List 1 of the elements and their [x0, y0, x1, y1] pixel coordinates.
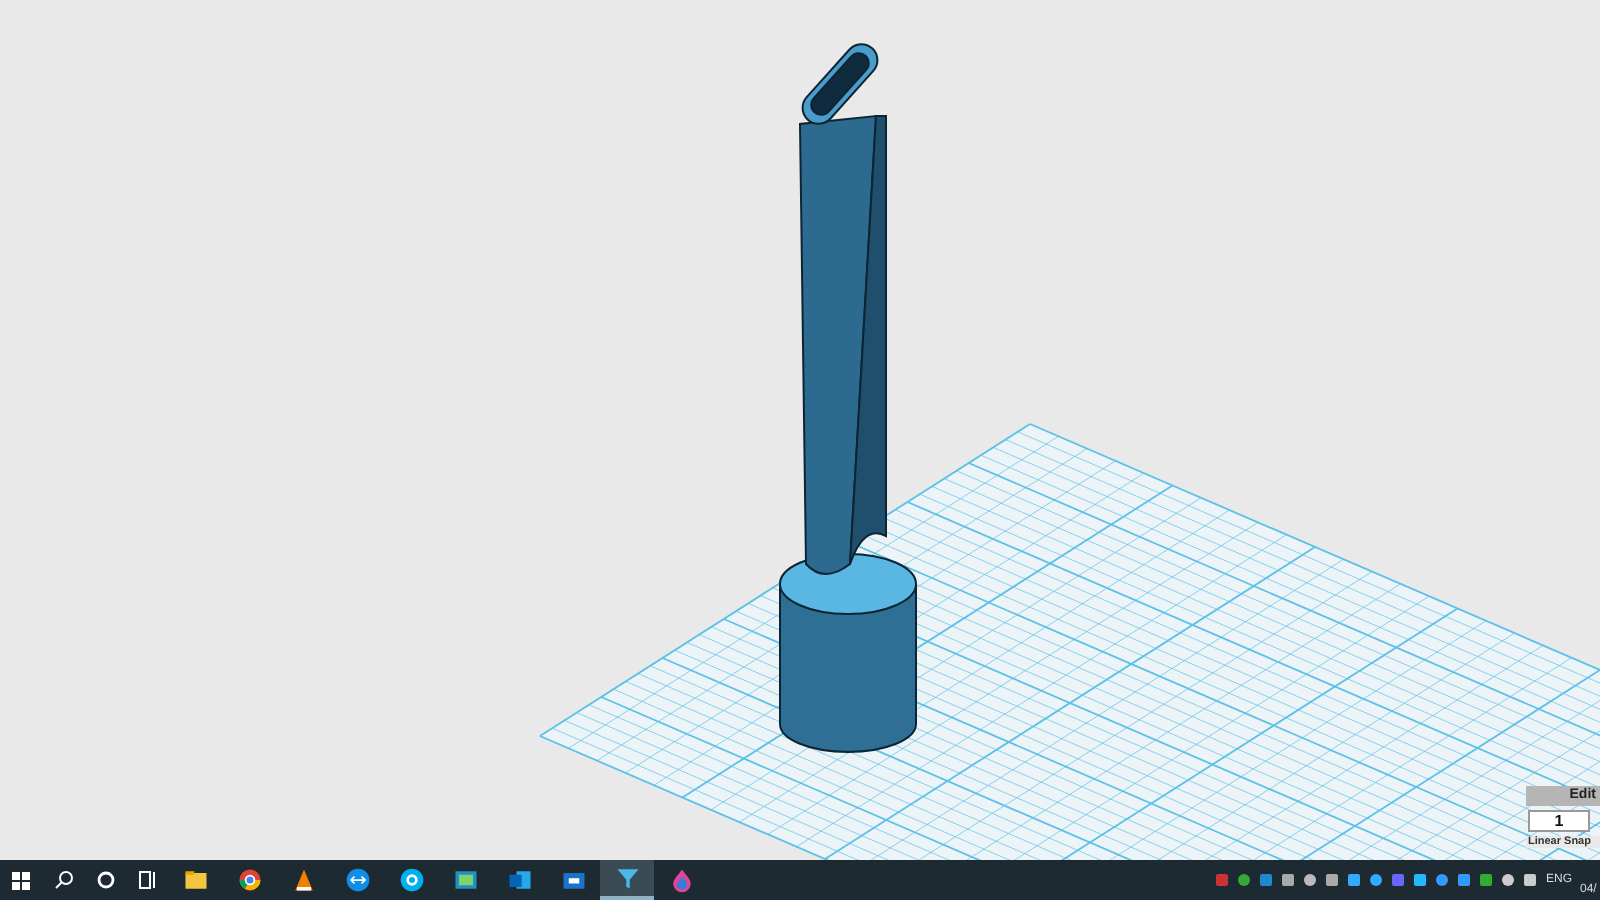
snap-value-field[interactable]: 1	[1528, 810, 1590, 832]
